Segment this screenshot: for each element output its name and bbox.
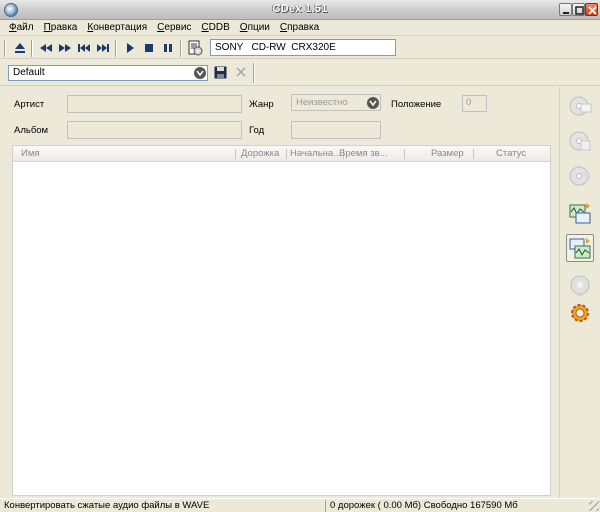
menu-options[interactable]: Опции (235, 21, 275, 35)
eject-icon (15, 43, 25, 53)
maximize-icon (575, 6, 584, 15)
column-divider[interactable] (404, 149, 405, 159)
extract-cd-to-compressed-button[interactable] (566, 127, 594, 155)
save-profile-button[interactable] (214, 66, 227, 82)
next-track-icon (97, 44, 109, 52)
position-label: Положение (391, 99, 442, 110)
extract-cd-to-wav-icon (569, 96, 592, 116)
column-start[interactable]: Начальна... (290, 148, 340, 159)
genre-value: Неизвестно (296, 97, 348, 108)
cd-drive-select[interactable]: SONY CD-RW CRX320E (210, 39, 396, 56)
column-size[interactable]: Размер (431, 148, 471, 159)
profile-toolbar: Default (0, 60, 600, 86)
floppy-disk-icon (214, 66, 227, 79)
profile-dropdown[interactable]: Default (8, 65, 208, 81)
cd-info-icon (188, 40, 203, 56)
menu-bar: Файл Правка Конвертация Сервис CDDB Опци… (0, 20, 600, 36)
previous-track-button[interactable] (76, 40, 92, 56)
previous-track-icon (78, 44, 90, 52)
menu-convert[interactable]: Конвертация (82, 21, 152, 35)
column-divider[interactable] (473, 149, 474, 159)
convert-compressed-to-wav-button[interactable] (566, 234, 594, 262)
eject-button[interactable] (12, 40, 28, 56)
album-label: Альбом (14, 125, 49, 136)
chevron-down-icon[interactable] (194, 67, 206, 79)
minimize-icon (563, 12, 569, 14)
pause-button[interactable] (160, 40, 176, 56)
play-icon (127, 43, 134, 53)
extract-partial-track-icon (569, 166, 590, 186)
play-button[interactable] (122, 40, 138, 56)
artist-field[interactable] (67, 95, 242, 113)
artist-label: Артист (14, 99, 45, 110)
track-list[interactable]: Имя Дорожка Начальна... Время зв... Разм… (12, 145, 551, 496)
position-field[interactable]: 0 (462, 95, 487, 112)
player-toolbar: SONY CD-RW CRX320E (0, 37, 600, 59)
column-status[interactable]: Статус (496, 148, 536, 159)
main-panel: Артист Жанр Неизвестно Положение 0 Альбо… (0, 87, 558, 498)
record-button[interactable] (566, 272, 594, 300)
chevron-down-icon[interactable] (367, 97, 379, 109)
fast-forward-icon (59, 44, 71, 52)
genre-label: Жанр (249, 99, 274, 110)
close-icon (236, 67, 246, 77)
stop-button[interactable] (141, 40, 157, 56)
extract-partial-track-button[interactable] (566, 162, 594, 190)
action-sidebar (559, 87, 600, 498)
cd-info-button[interactable] (187, 40, 203, 56)
toolbar-separator (115, 40, 117, 57)
fast-forward-button[interactable] (57, 40, 73, 56)
window-title: CDex 1.51 (272, 3, 328, 15)
track-list-header: Имя Дорожка Начальна... Время зв... Разм… (13, 146, 550, 162)
toolbar-separator (180, 40, 182, 57)
status-divider (325, 500, 326, 512)
convert-wav-to-compressed-icon (569, 203, 591, 224)
menu-tools[interactable]: Сервис (152, 21, 196, 35)
menu-help[interactable]: Справка (275, 21, 324, 35)
genre-dropdown[interactable]: Неизвестно (291, 94, 381, 111)
column-duration[interactable]: Время зв... (339, 148, 397, 159)
maximize-button[interactable] (572, 3, 585, 16)
status-bar: Конвертировать сжатые аудио файлы в WAVE… (0, 498, 600, 512)
settings-icon (571, 304, 589, 322)
stop-icon (145, 44, 153, 52)
column-divider[interactable] (235, 149, 236, 159)
year-field[interactable] (291, 121, 381, 139)
status-disk-info: 0 дорожек ( 0.00 Мб) Свободно 167590 Мб (330, 500, 518, 511)
pause-icon (164, 44, 172, 52)
close-window-button[interactable] (585, 3, 598, 16)
rewind-icon (40, 44, 52, 52)
rewind-button[interactable] (38, 40, 54, 56)
menu-edit[interactable]: Правка (39, 21, 83, 35)
next-track-button[interactable] (95, 40, 111, 56)
toolbar-separator (31, 40, 33, 57)
column-name[interactable]: Имя (21, 148, 221, 159)
minimize-button[interactable] (559, 3, 572, 16)
profile-value: Default (13, 67, 45, 78)
column-divider[interactable] (286, 149, 287, 159)
toolbar-separator (253, 63, 255, 83)
menu-cddb[interactable]: CDDB (196, 21, 234, 35)
record-icon (570, 275, 590, 297)
menu-file[interactable]: Файл (4, 21, 39, 35)
extract-cd-to-compressed-icon (569, 131, 591, 151)
delete-profile-button[interactable] (236, 67, 246, 80)
resize-grip[interactable] (589, 501, 599, 511)
status-message: Конвертировать сжатые аудио файлы в WAVE (4, 500, 210, 511)
title-bar[interactable]: CDex 1.51 (0, 0, 600, 20)
extract-cd-to-wav-button[interactable] (566, 92, 594, 120)
convert-wav-to-compressed-button[interactable] (566, 199, 594, 227)
toolbar-separator (4, 40, 6, 57)
convert-compressed-to-wav-icon (569, 238, 591, 259)
close-icon (588, 6, 597, 15)
year-label: Год (249, 125, 265, 136)
settings-button[interactable] (566, 299, 594, 327)
album-field[interactable] (67, 121, 242, 139)
column-track[interactable]: Дорожка (241, 148, 285, 159)
